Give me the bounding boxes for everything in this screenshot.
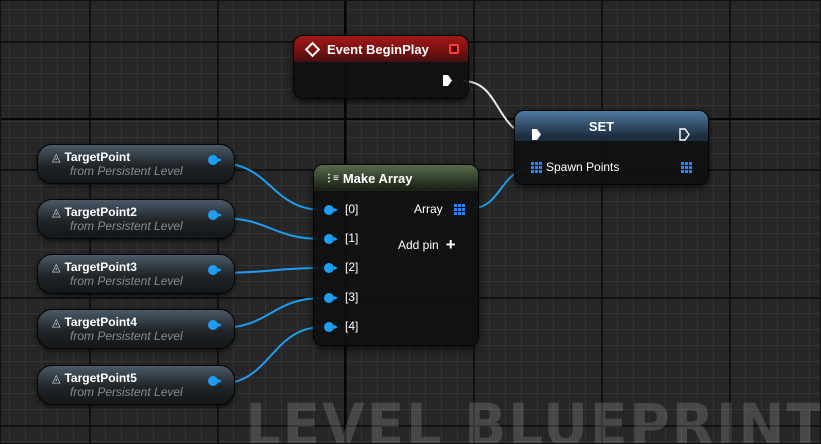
array-input-pin-icon[interactable] <box>531 162 542 173</box>
target-point-output-pin[interactable] <box>208 265 222 275</box>
exec-output-pin[interactable] <box>442 74 453 87</box>
make-array-title: Make Array <box>342 170 413 186</box>
spawn-points-label: Spawn Points <box>546 160 620 174</box>
set-variable-node[interactable]: SET Spawn Points <box>515 111 708 184</box>
exec-input-pin[interactable] <box>531 128 542 141</box>
target-wire-2 <box>218 267 324 274</box>
make-array-node[interactable]: ⋮≡ Make Array [0] [1] [2] [3] [4] Array … <box>314 165 478 345</box>
eye-icon: ◬ <box>52 207 61 219</box>
array-input-label-4: [4] <box>345 319 359 333</box>
array-output-pin-icon[interactable] <box>454 204 465 215</box>
set-node-title: SET <box>588 118 615 134</box>
event-beginplay-node[interactable]: Event BeginPlay <box>294 36 468 98</box>
diamond-event-icon <box>304 41 321 57</box>
add-pin-label: Add pin <box>398 238 439 252</box>
array-output-label: Array <box>414 202 443 216</box>
target-wire-0 <box>218 162 324 211</box>
target-point-source: from Persistent Level <box>70 274 183 288</box>
target-point-node-2[interactable]: ◬ TargetPoint2 from Persistent Level <box>38 200 234 238</box>
exec-output-pin-hollow[interactable] <box>679 128 690 141</box>
event-node-title: Event BeginPlay <box>327 41 429 57</box>
eye-icon: ◬ <box>52 262 61 274</box>
blueprint-graph-canvas[interactable]: LEVEL BLUEPRINT Event BeginPlay SET Spaw… <box>0 0 821 444</box>
event-node-header[interactable]: Event BeginPlay <box>294 36 468 62</box>
target-point-name: TargetPoint5 <box>64 371 137 385</box>
array-grid-icon: ⋮≡ <box>324 172 339 184</box>
make-array-header[interactable]: ⋮≡ Make Array <box>314 165 478 191</box>
add-pin-button[interactable]: Add pin + <box>398 235 456 254</box>
array-input-pin-1[interactable] <box>324 234 338 244</box>
eye-icon: ◬ <box>52 152 61 164</box>
target-point-output-pin[interactable] <box>208 210 222 220</box>
array-input-pin-4[interactable] <box>324 322 338 332</box>
target-point-output-pin[interactable] <box>208 376 222 386</box>
target-point-node-1[interactable]: ◬ TargetPoint from Persistent Level <box>38 145 234 183</box>
target-wire-3 <box>218 297 324 329</box>
target-point-source: from Persistent Level <box>70 385 183 399</box>
target-point-source: from Persistent Level <box>70 329 183 343</box>
array-input-pin-2[interactable] <box>324 263 338 273</box>
target-point-source: from Persistent Level <box>70 164 183 178</box>
eye-icon: ◬ <box>52 317 61 329</box>
array-input-label-3: [3] <box>345 290 359 304</box>
array-input-label-2: [2] <box>345 260 359 274</box>
array-input-pin-3[interactable] <box>324 293 338 303</box>
target-point-node-3[interactable]: ◬ TargetPoint3 from Persistent Level <box>38 255 234 293</box>
target-wire-4 <box>218 326 324 385</box>
array-input-pin-0[interactable] <box>324 205 338 215</box>
target-point-output-pin[interactable] <box>208 320 222 330</box>
array-output-pin-icon[interactable] <box>681 162 692 173</box>
add-pin-plus-icon: + <box>445 235 456 254</box>
array-input-label-1: [1] <box>345 231 359 245</box>
eye-icon: ◬ <box>52 373 61 385</box>
target-point-name: TargetPoint <box>64 150 131 164</box>
target-point-node-5[interactable]: ◬ TargetPoint5 from Persistent Level <box>38 366 234 404</box>
target-point-output-pin[interactable] <box>208 155 222 165</box>
delegate-pin-icon[interactable] <box>449 44 459 54</box>
target-point-name: TargetPoint3 <box>64 260 137 274</box>
target-point-source: from Persistent Level <box>70 219 183 233</box>
target-point-name: TargetPoint4 <box>64 315 137 329</box>
target-wire-1 <box>218 217 324 240</box>
target-point-node-4[interactable]: ◬ TargetPoint4 from Persistent Level <box>38 310 234 348</box>
array-input-label-0: [0] <box>345 202 359 216</box>
target-point-name: TargetPoint2 <box>64 205 137 219</box>
